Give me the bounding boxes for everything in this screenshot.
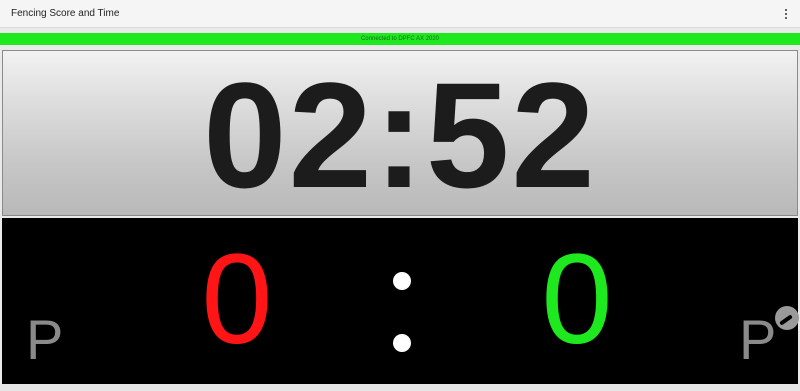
timer-panel[interactable]: 02:52 [2, 50, 798, 216]
right-fencer-score[interactable]: 0 [532, 236, 622, 364]
right-penalty-button[interactable]: P [739, 312, 776, 368]
connection-status-bar: Connected to DPFC AX 2020 [0, 33, 800, 45]
settings-icon[interactable] [775, 306, 799, 330]
overflow-menu-icon[interactable] [782, 6, 790, 22]
bottom-strip [0, 384, 800, 391]
score-panel: 0 0 P P [2, 218, 799, 384]
app-bar: Fencing Score and Time [0, 0, 800, 28]
app-title: Fencing Score and Time [11, 8, 120, 19]
left-fencer-score[interactable]: 0 [192, 236, 282, 364]
timer-display[interactable]: 02:52 [203, 60, 597, 210]
score-separator-dot-bottom [393, 334, 411, 352]
left-penalty-button[interactable]: P [26, 312, 63, 368]
score-separator-dot-top [393, 272, 411, 290]
connection-status-text: Connected to DPFC AX 2020 [360, 36, 440, 42]
